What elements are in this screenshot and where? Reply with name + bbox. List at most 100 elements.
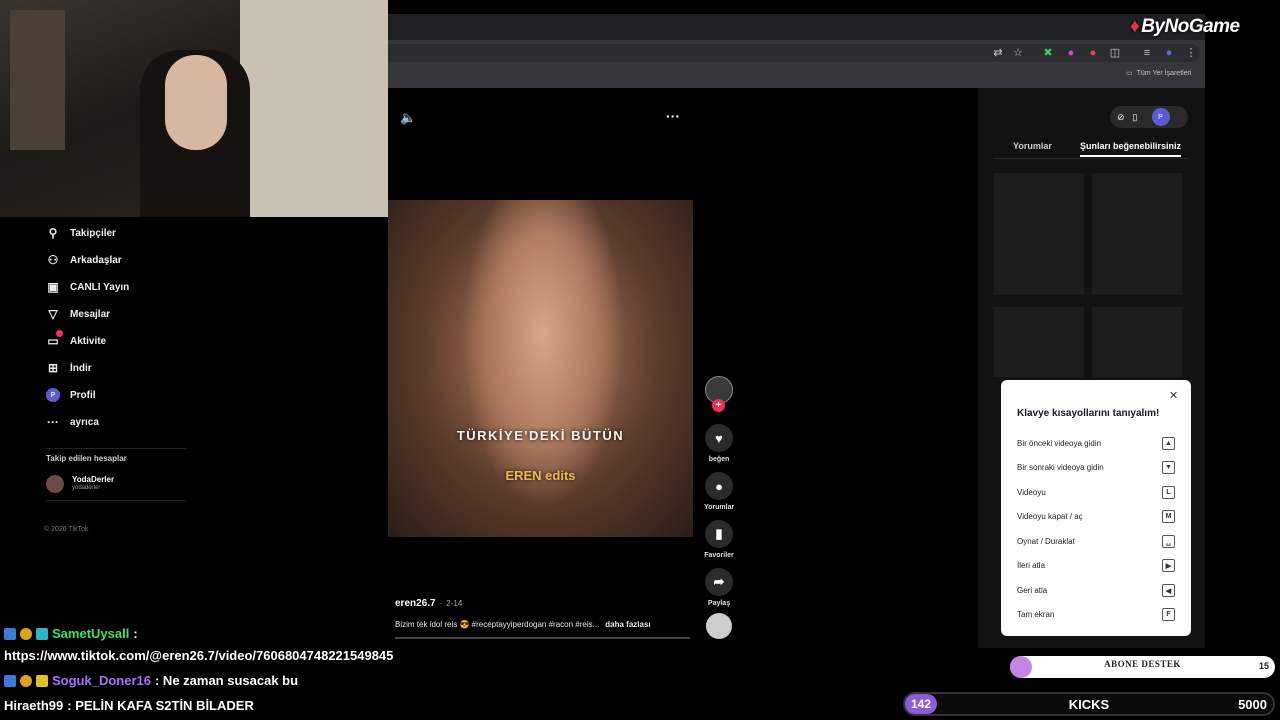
volume-icon[interactable]: 🔈 (400, 110, 416, 126)
shortcut-row: Videoyu L (1017, 486, 1175, 499)
puzzle-icon[interactable]: ◫ (1108, 46, 1122, 60)
badge-icon (20, 674, 32, 687)
extension-icon[interactable]: ● (1064, 46, 1078, 60)
folder-icon: ▭ (1126, 70, 1133, 77)
kicks-label: KICKS (1068, 697, 1110, 712)
activity-icon: ▭ (46, 330, 63, 348)
comment-icon: ● (705, 472, 733, 500)
tab-divider (993, 158, 1188, 159)
star-icon[interactable]: ☆ (1011, 46, 1025, 60)
comment-button[interactable]: ● Yorumlar (704, 472, 734, 511)
badge-icon (20, 627, 32, 640)
subscriber-goal-bar: ABONE DESTEK 15 (1010, 656, 1275, 678)
media-icon[interactable]: ≡ (1140, 46, 1154, 60)
video-player[interactable]: TÜRKİYE'DEKİ BÜTÜN EREN edits (388, 200, 693, 537)
sidebar-item-followers[interactable]: ⚲ Takipçiler (46, 226, 116, 240)
goal-label: ABONE DESTEK (1104, 659, 1181, 669)
shortcut-label: Bir önceki videoya gidin (1017, 439, 1102, 448)
video-thumbnail[interactable] (994, 173, 1084, 295)
close-icon[interactable]: ✕ (1169, 389, 1178, 402)
sidebar-item-live[interactable]: ▣ CANLI Yayın (46, 280, 129, 294)
badge-icon (4, 674, 16, 687)
more-icon: ··· (47, 415, 59, 429)
sidebar-item-download[interactable]: ⊞ İndir (46, 361, 92, 375)
translate-icon[interactable]: ⇄ (991, 46, 1005, 60)
bookmark-button[interactable]: ▮ Favoriler (704, 520, 734, 559)
shortcut-label: Videoyu (1017, 488, 1046, 497)
sidebar-item-activity[interactable]: ▭ Aktivite (46, 330, 106, 348)
share-icon: ➦ (705, 568, 733, 596)
extension-icon[interactable]: ● (1086, 46, 1100, 60)
sidebar-item-label: Takipçiler (70, 227, 116, 239)
menu-icon[interactable]: ⋮ (1184, 46, 1198, 60)
sidebar-item-more[interactable]: ··· ayrıca (46, 415, 99, 429)
dot-separator: · (439, 599, 443, 608)
video-thumbnail[interactable] (1092, 307, 1182, 377)
compass-icon[interactable]: ⊘ (1117, 112, 1125, 123)
more-link[interactable]: daha fazlası (605, 620, 650, 629)
chat-text: : (133, 626, 138, 641)
video-watermark: EREN edits (505, 468, 576, 483)
shortcut-row: Oynat / Duraklat ␣ (1017, 535, 1175, 548)
followed-header: Takip edilen hesaplar (46, 454, 127, 463)
arrow-left-key-icon: ◀ (1162, 584, 1175, 597)
kicks-goal: 5000 (1238, 697, 1267, 712)
friends-icon: ⚇ (47, 253, 59, 267)
sidebar-item-friends[interactable]: ⚇ Arkadaşlar (46, 253, 122, 267)
video-author[interactable]: eren26.7 · 2-14 (395, 598, 462, 609)
video-thumbnail[interactable] (994, 307, 1084, 377)
heart-icon: ♥ (705, 424, 733, 452)
extension-icon[interactable]: ✖ (1041, 46, 1055, 60)
action-label: Yorumlar (704, 504, 735, 511)
m-key-icon: M (1162, 510, 1175, 523)
arrow-down-key-icon: ▼ (1162, 461, 1175, 474)
chat-message: Soguk_Doner16 : Ne zaman susacak bu (4, 673, 298, 688)
view-mode-switch[interactable]: ⊘ ▯ P (1110, 106, 1188, 128)
sidebar-item-profile[interactable]: P Profil (46, 388, 96, 402)
sidebar-item-label: CANLI Yayın (70, 281, 130, 293)
chat-message: SametUysall : (4, 626, 138, 641)
follow-plus-icon[interactable]: + (712, 399, 725, 412)
phone-icon[interactable]: ▯ (1133, 112, 1138, 123)
badge-icon (36, 627, 48, 640)
divider (46, 448, 186, 449)
shortcut-row: İleri atla ▶ (1017, 559, 1175, 572)
l-key-icon: L (1162, 486, 1175, 499)
shortcuts-title: Klavye kısayollarını tanıyalım! (1017, 408, 1160, 419)
avatar-icon[interactable]: ● (1162, 46, 1176, 60)
chat-text: : Ne zaman susacak bu (154, 673, 299, 688)
shelf (10, 10, 65, 150)
footer-copyright: © 2026 TikTok (44, 526, 89, 533)
bookmark-icon: ▮ (705, 520, 733, 548)
post-date: 2-14 (446, 599, 463, 608)
shortcuts-popup: ✕ Klavye kısayollarını tanıyalım! Bir ön… (1001, 380, 1191, 636)
address-bar[interactable] (388, 44, 1200, 62)
sidebar-item-label: Mesajlar (70, 308, 111, 320)
followed-account[interactable]: YodaDerler yodaderler (46, 475, 114, 493)
profile-icon: P (46, 388, 60, 402)
more-options-icon[interactable]: ··· (666, 108, 680, 124)
badge-icon (36, 674, 48, 687)
video-progress-bar[interactable] (395, 637, 690, 639)
music-disc[interactable] (706, 613, 732, 639)
author-name: eren26.7 (395, 598, 436, 609)
shortcut-label: Bir sonraki videoya gidin (1017, 463, 1104, 472)
sidebar-item-label: Arkadaşlar (70, 254, 122, 266)
share-button[interactable]: ➦ Paylaş (704, 568, 734, 607)
chat-username: SametUysall (52, 626, 130, 641)
video-thumbnail[interactable] (1092, 173, 1182, 295)
sidebar-item-messages[interactable]: ▽ Mesajlar (46, 307, 110, 321)
video-subject (448, 200, 638, 537)
shortcut-label: Videoyu kapat / aç (1017, 512, 1083, 521)
bookmarks-label: Tüm Yer İşaretleri (1136, 69, 1192, 77)
shortcut-row: Bir sonraki videoya gidin ▼ (1017, 461, 1175, 474)
like-button[interactable]: ♥ beğen (704, 424, 734, 463)
tab-comments[interactable]: Yorumlar (1013, 141, 1052, 151)
kicks-goal-bar: 142 KICKS 5000 (903, 692, 1275, 716)
bookmarks-bar[interactable]: ▭ Tüm Yer İşaretleri (1126, 69, 1192, 78)
tab-you-may-like[interactable]: Şunları beğenebilirsiniz (1080, 141, 1182, 157)
badge-icon (4, 627, 16, 640)
shortcut-row: Bir önceki videoya gidin ▲ (1017, 437, 1175, 450)
avatar[interactable]: P (1151, 108, 1170, 126)
browser-tabstrip (388, 14, 1205, 40)
